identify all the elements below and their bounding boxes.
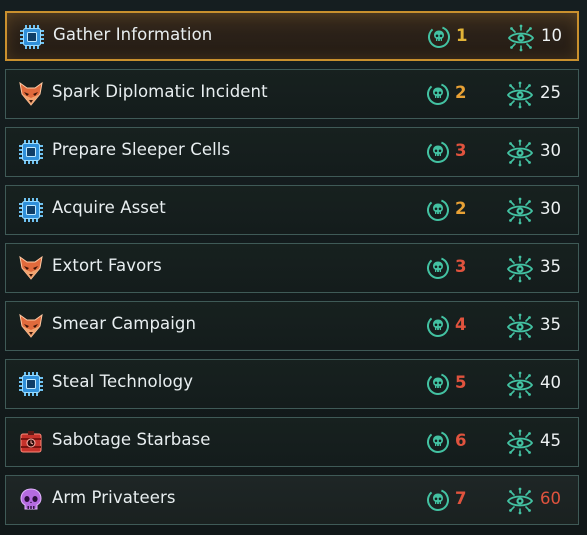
operation-name: Extort Favors	[52, 256, 162, 275]
operation-name: Steal Technology	[52, 372, 194, 391]
difficulty-value: 3	[455, 257, 467, 276]
difficulty-value: 1	[456, 26, 468, 45]
infiltration-cost-value: 25	[540, 83, 561, 102]
infiltration-eye-icon	[506, 81, 534, 109]
operation-name: Arm Privateers	[52, 488, 176, 507]
explosive-icon	[18, 429, 44, 455]
difficulty-skull-icon	[426, 314, 450, 338]
difficulty-value: 2	[455, 199, 467, 218]
infiltration-cost-value: 30	[540, 199, 561, 218]
difficulty-value: 6	[455, 431, 467, 450]
tech-chip-icon	[19, 24, 45, 50]
operation-row[interactable]: Prepare Sleeper Cells 3 30	[5, 127, 579, 177]
difficulty-skull-icon	[426, 256, 450, 280]
difficulty-value: 2	[455, 83, 467, 102]
difficulty-value: 7	[455, 489, 467, 508]
infiltration-cost-value: 40	[540, 373, 561, 392]
difficulty-skull-icon	[426, 140, 450, 164]
tech-chip-icon	[18, 371, 44, 397]
difficulty-skull-icon	[427, 25, 451, 49]
infiltration-eye-icon	[506, 197, 534, 225]
tech-chip-icon	[18, 139, 44, 165]
difficulty-skull-icon	[426, 430, 450, 454]
operation-row[interactable]: Gather Information 1 10	[5, 11, 579, 61]
operation-row[interactable]: Acquire Asset 2 30	[5, 185, 579, 235]
infiltration-eye-icon	[506, 429, 534, 457]
operation-name: Prepare Sleeper Cells	[52, 140, 231, 159]
operation-row[interactable]: Sabotage Starbase 6 45	[5, 417, 579, 467]
infiltration-eye-icon	[506, 255, 534, 283]
infiltration-eye-icon	[506, 487, 534, 515]
difficulty-value: 3	[455, 141, 467, 160]
difficulty-value: 4	[455, 315, 467, 334]
infiltration-cost-value: 60	[540, 489, 561, 508]
tech-chip-icon	[18, 197, 44, 223]
operation-name: Smear Campaign	[52, 314, 197, 333]
fox-mask-icon	[18, 255, 44, 281]
infiltration-cost-value: 35	[540, 257, 561, 276]
infiltration-eye-icon	[506, 371, 534, 399]
infiltration-cost-value: 45	[540, 431, 561, 450]
operations-list: Gather Information 1 10 Spark Diplomatic…	[0, 0, 587, 535]
infiltration-eye-icon	[506, 139, 534, 167]
operation-name: Spark Diplomatic Incident	[52, 82, 268, 101]
difficulty-skull-icon	[426, 82, 450, 106]
skull-icon	[18, 487, 44, 513]
difficulty-value: 5	[455, 373, 467, 392]
operation-name: Acquire Asset	[52, 198, 166, 217]
fox-mask-icon	[18, 313, 44, 339]
operation-name: Gather Information	[53, 25, 213, 44]
operation-row[interactable]: Smear Campaign 4 35	[5, 301, 579, 351]
operation-row[interactable]: Extort Favors 3 35	[5, 243, 579, 293]
infiltration-eye-icon	[506, 313, 534, 341]
difficulty-skull-icon	[426, 488, 450, 512]
difficulty-skull-icon	[426, 372, 450, 396]
infiltration-cost-value: 10	[541, 26, 562, 45]
infiltration-eye-icon	[507, 24, 535, 52]
operation-row[interactable]: Steal Technology 5 40	[5, 359, 579, 409]
operation-row[interactable]: Arm Privateers 7 60	[5, 475, 579, 525]
operation-row[interactable]: Spark Diplomatic Incident 2 25	[5, 69, 579, 119]
fox-mask-icon	[18, 81, 44, 107]
difficulty-skull-icon	[426, 198, 450, 222]
infiltration-cost-value: 30	[540, 141, 561, 160]
operation-name: Sabotage Starbase	[52, 430, 211, 449]
infiltration-cost-value: 35	[540, 315, 561, 334]
